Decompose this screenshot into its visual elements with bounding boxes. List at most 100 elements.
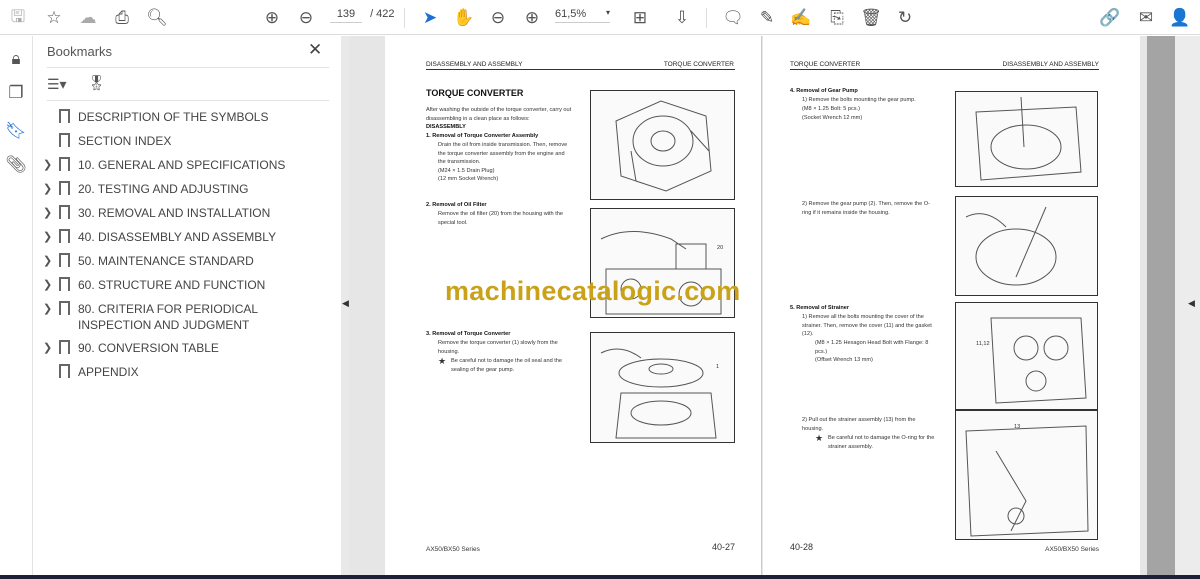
step-text: Drain the oil from inside transmission. …	[438, 142, 568, 166]
watermark: machinecatalogic.com	[445, 276, 741, 306]
bookmark-flag-icon	[59, 277, 70, 293]
bookmark-item[interactable]: ❯ 30. REMOVAL AND INSTALLATION	[33, 202, 341, 226]
bookmark-label: DESCRIPTION OF THE SYMBOLS	[78, 110, 269, 124]
star-icon: ★	[438, 356, 447, 366]
select-cursor-icon[interactable]: ➤	[418, 6, 442, 30]
zoom-out-icon[interactable]: ⊖	[486, 6, 510, 30]
bookmark-label: 90. CONVERSION TABLE	[78, 341, 219, 355]
extract-icon[interactable]: ⎘	[825, 6, 849, 30]
bookmarks-panel: Bookmarks ✕ ☰▾ 🎖︎ DESCRIPTION OF THE SYM…	[33, 36, 341, 575]
bookmark-item[interactable]: DESCRIPTION OF THE SYMBOLS	[33, 106, 341, 130]
bookmark-item[interactable]: ❯ 40. DISASSEMBLY AND ASSEMBLY	[33, 226, 341, 250]
rotate-icon[interactable]: ↻	[893, 6, 917, 30]
bookmark-ribbon-icon[interactable]: 🎖︎	[87, 74, 106, 92]
bookmark-item[interactable]: ❯ 20. TESTING AND ADJUSTING	[33, 178, 341, 202]
bookmark-star-icon[interactable]: ☆	[42, 6, 66, 30]
header-rule	[426, 69, 735, 70]
bookmark-flag-icon	[59, 364, 70, 380]
delete-icon[interactable]: 🗑	[859, 6, 883, 30]
chevron-right-icon[interactable]: ❯	[43, 277, 57, 291]
attachment-icon[interactable]: 📎︎	[5, 154, 27, 176]
zoom-select[interactable]: 61,5% ▾	[555, 8, 610, 23]
print-icon[interactable]: ⎙	[110, 6, 134, 30]
bookmark-item[interactable]: ❯ 90. CONVERSION TABLE	[33, 337, 341, 361]
bookmark-item[interactable]: ❯ 10. GENERAL AND SPECIFICATIONS	[33, 154, 341, 178]
bookmark-item[interactable]: ❯ 80. CRITERIA FOR PERIODICAL INSPECTION …	[33, 298, 341, 337]
pdf-page-right: TORQUE CONVERTER DISASSEMBLY AND ASSEMBL…	[763, 36, 1140, 575]
taskbar-edge	[0, 575, 1200, 579]
add-user-icon[interactable]: 👤	[1168, 6, 1192, 30]
page-header-left: TORQUE CONVERTER	[790, 61, 861, 68]
left-tool-rail: 🔒︎ ❐ 🔖︎ 📎︎	[0, 36, 33, 575]
lock-icon[interactable]: 🔒︎	[5, 48, 27, 70]
divider	[706, 8, 707, 28]
cloud-upload-icon[interactable]: ☁	[76, 6, 100, 30]
chevron-right-icon[interactable]: ❯	[43, 205, 57, 219]
highlight-icon[interactable]: ✎	[755, 6, 779, 30]
step-spec: (Offset Wrench 13 mm)	[815, 357, 873, 363]
right-panel-toggle[interactable]: ◀	[1175, 36, 1200, 575]
bookmark-item[interactable]: SECTION INDEX	[33, 130, 341, 154]
bookmark-flag-icon	[59, 253, 70, 269]
bookmark-item[interactable]: ❯ 60. STRUCTURE AND FUNCTION	[33, 274, 341, 298]
page-footer: AX50/BX50 Series	[426, 546, 480, 553]
close-icon[interactable]: ✕	[308, 40, 322, 60]
caution-note: Be careful not to damage the oil seal an…	[451, 358, 563, 373]
chevron-right-icon[interactable]: ❯	[43, 340, 57, 354]
bookmark-item[interactable]: APPENDIX	[33, 361, 341, 385]
bookmark-icon[interactable]: 🔖︎	[5, 120, 27, 142]
step-text: Remove the oil filter (20) from the hous…	[438, 211, 563, 226]
bookmark-options-icon[interactable]: ☰▾	[47, 76, 67, 93]
scroll-mode-icon[interactable]: ⇩	[670, 6, 694, 30]
bookmark-label: 60. STRUCTURE AND FUNCTION	[78, 278, 266, 292]
bookmark-flag-icon	[59, 340, 70, 356]
zoom-in-icon[interactable]: ⊕	[520, 6, 544, 30]
header-rule	[790, 69, 1099, 70]
section-title: TORQUE CONVERTER	[426, 88, 524, 98]
divider	[47, 67, 329, 68]
subsection-heading: DISASSEMBLY	[426, 124, 466, 130]
comment-icon[interactable]: 🗨	[721, 6, 745, 30]
hand-icon[interactable]: ✋	[452, 6, 476, 30]
share-link-icon[interactable]: 🔗	[1098, 6, 1122, 30]
divider	[404, 8, 405, 28]
bookmark-item[interactable]: ❯ 50. MAINTENANCE STANDARD	[33, 250, 341, 274]
bookmark-label: 50. MAINTENANCE STANDARD	[78, 254, 254, 268]
chevron-right-icon[interactable]: ❯	[43, 253, 57, 267]
page-total: / 422	[370, 8, 395, 20]
page-fit-icon[interactable]: ⊞	[628, 6, 652, 30]
bookmark-label: SECTION INDEX	[78, 134, 172, 148]
chevron-right-icon[interactable]: ❯	[43, 157, 57, 171]
figure-strainer-assembly: 13	[955, 410, 1098, 540]
chevron-right-icon[interactable]: ❯	[43, 229, 57, 243]
callout-label: 11,12	[976, 341, 990, 347]
page-header-right: DISASSEMBLY AND ASSEMBLY	[1002, 61, 1099, 68]
scrollbar[interactable]	[1147, 36, 1175, 575]
chevron-right-icon[interactable]: ❯	[43, 301, 57, 315]
page-header-left: DISASSEMBLY AND ASSEMBLY	[426, 61, 523, 68]
figure-strainer-cover: 11,12	[955, 302, 1098, 410]
page-down-icon[interactable]: ⊖	[294, 6, 318, 30]
caution-note: Be careful not to damage the O-ring for …	[828, 435, 935, 450]
zoom-search-icon[interactable]: 🔍︎	[145, 6, 169, 30]
step-title: 5. Removal of Strainer	[790, 305, 850, 311]
page-up-icon[interactable]: ⊕	[260, 6, 284, 30]
expand-arrow-icon[interactable]: ◀	[1188, 298, 1195, 309]
step-text: 1) Remove the bolts mounting the gear pu…	[802, 97, 916, 103]
bookmark-flag-icon	[59, 229, 70, 245]
save-icon[interactable]: 🖫	[6, 6, 30, 30]
pages-icon[interactable]: ❐	[5, 82, 27, 104]
page-number-input[interactable]: 139	[330, 8, 362, 23]
bookmark-flag-icon	[59, 181, 70, 197]
chevron-right-icon[interactable]: ❯	[43, 181, 57, 195]
zoom-value: 61,5%	[555, 8, 587, 20]
collapse-arrow-icon[interactable]: ◀	[342, 298, 349, 309]
callout-label: 1	[716, 364, 720, 370]
email-icon[interactable]: ✉	[1134, 6, 1158, 30]
bookmark-label: 80. CRITERIA FOR PERIODICAL INSPECTION A…	[78, 302, 258, 332]
sign-icon[interactable]: ✍	[789, 6, 813, 30]
page-number: 40-28	[790, 542, 814, 552]
panel-splitter[interactable]: ◀	[341, 36, 349, 575]
page-number: 40-27	[712, 542, 736, 552]
